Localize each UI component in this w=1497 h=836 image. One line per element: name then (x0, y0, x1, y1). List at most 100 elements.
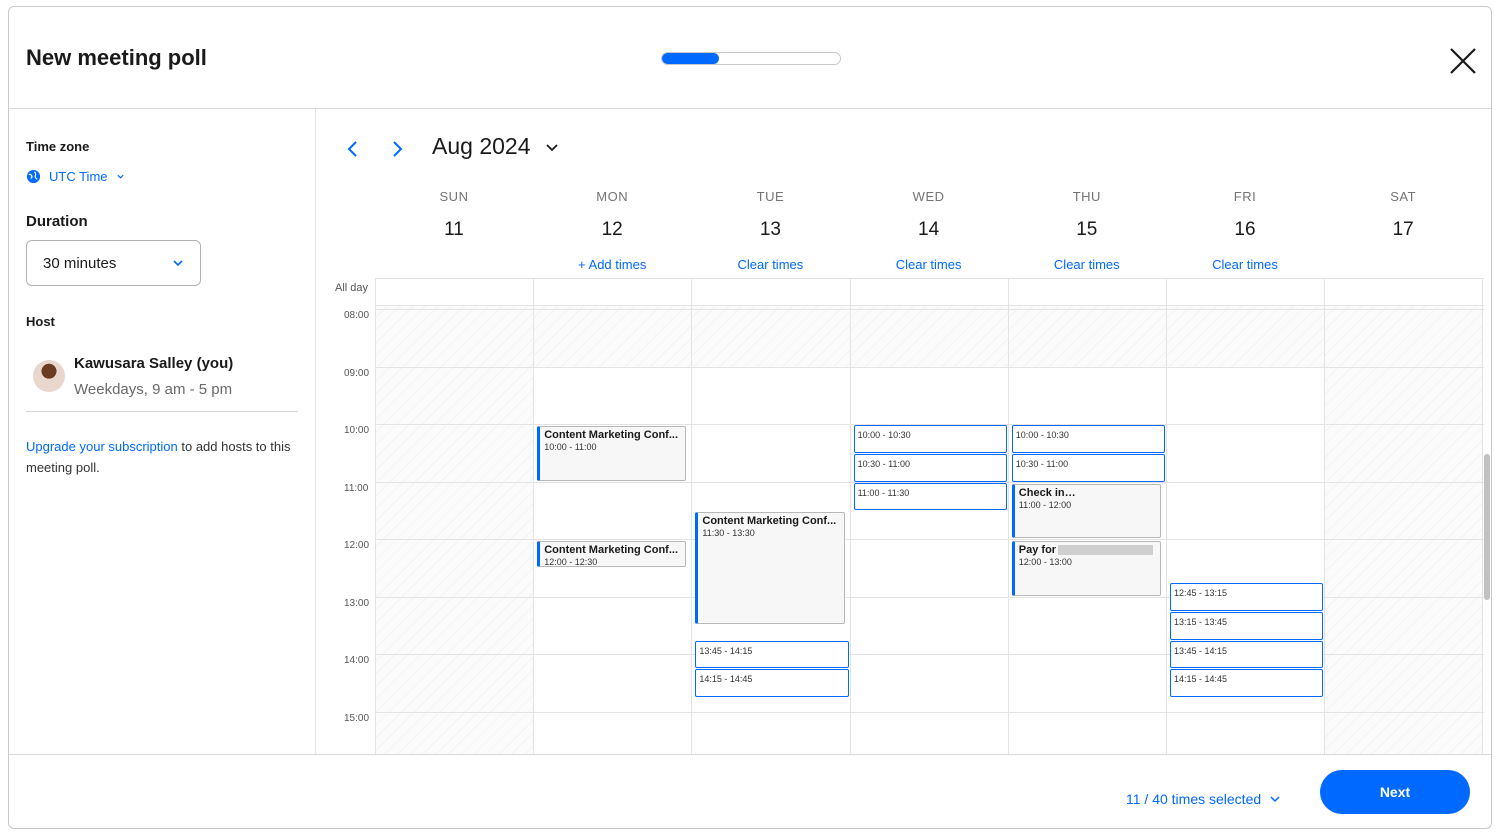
grid-line (533, 278, 535, 754)
add-times-button[interactable]: + Add times (533, 257, 691, 272)
hour-label: 09:00 (344, 367, 370, 379)
day-name: THU (1072, 189, 1101, 204)
time-slot[interactable]: 10:00 - 10:30 (1011, 425, 1165, 453)
event-time: 11:30 - 13:30 (702, 528, 755, 539)
meeting-poll-dialog: New meeting poll Time zone UTC Time Dura… (8, 6, 1492, 829)
day-header-fri: FRI 16 Clear times (1166, 189, 1324, 272)
time-slot[interactable]: 10:30 - 11:00 (1011, 453, 1165, 482)
weekend-column (1324, 305, 1483, 754)
chevron-down-icon (116, 174, 124, 179)
grid-line (375, 366, 1484, 368)
day-name: FRI (1233, 189, 1257, 204)
selected-count: 11 / 40 times selected (1126, 791, 1262, 807)
event-title-text: Content Marketing Conf... (544, 429, 679, 441)
off-hours-block (1007, 305, 1166, 367)
time-slot[interactable]: 12:45 - 13:15 (1170, 583, 1324, 611)
day-number: 11 (444, 219, 464, 240)
dialog-header: New meeting poll (9, 7, 1491, 109)
timezone-selector[interactable]: UTC Time (26, 169, 125, 184)
day-header-thu: THU 15 Clear times (1008, 189, 1166, 272)
time-slot[interactable]: 10:30 - 11:00 (853, 453, 1007, 482)
day-number: 17 (1392, 219, 1414, 240)
calendar-event[interactable]: Pay for 12:00 - 13:00 (1011, 541, 1161, 596)
scrollbar[interactable] (1484, 454, 1490, 600)
time-slot[interactable]: 13:15 - 13:45 (1170, 611, 1324, 640)
timezone-label: Time zone (26, 139, 90, 154)
avatar (33, 360, 65, 392)
grid-line (375, 305, 1484, 306)
globe-icon (26, 169, 41, 184)
duration-value: 30 minutes (43, 254, 117, 272)
calendar-event[interactable]: Content Marketing Conf... 10:00 - 11:00 (537, 426, 687, 481)
grid-line (1007, 278, 1009, 754)
hour-label: 14:00 (344, 655, 370, 666)
grid-line (1324, 278, 1326, 754)
selected-count-dropdown[interactable]: 11 / 40 times selected (1126, 791, 1281, 807)
event-title: Content Marketing Conf... (702, 515, 839, 527)
month-label: Aug 2024 (432, 133, 531, 159)
next-button[interactable]: Next (1320, 770, 1470, 814)
clear-times-button[interactable]: Clear times (850, 257, 1008, 272)
sidebar: Time zone UTC Time Duration 30 minutes H… (9, 109, 316, 754)
time-slot[interactable]: 13:45 - 14:15 (1170, 640, 1324, 669)
day-header-sun: SUN 11 (375, 189, 533, 269)
day-number: 16 (1234, 219, 1256, 240)
page-title: New meeting poll (26, 45, 207, 70)
off-hours-block (691, 305, 850, 367)
prev-week-button[interactable] (341, 137, 365, 161)
day-header-tue: TUE 13 Clear times (691, 189, 849, 272)
time-slot[interactable]: 13:45 - 14:15 (695, 640, 849, 669)
event-title: Content Marketing Conf... (544, 429, 681, 441)
close-button[interactable] (1447, 45, 1479, 77)
calendar-event[interactable]: Check in 11:00 - 12:00 (1011, 483, 1161, 538)
day-name: WED (912, 189, 945, 204)
time-slot[interactable]: 10:00 - 10:30 (853, 425, 1007, 453)
host-hours: Weekdays, 9 am - 5 pm (74, 381, 233, 398)
next-week-button[interactable] (385, 137, 409, 161)
timezone-value: UTC Time (49, 169, 108, 184)
event-time: 12:00 - 12:30 (544, 557, 598, 567)
day-name: TUE (756, 189, 785, 204)
clear-times-button[interactable]: Clear times (1008, 257, 1166, 272)
grid-line (375, 539, 1484, 540)
event-time: 10:00 - 11:00 (544, 442, 597, 452)
off-hours-block (533, 305, 692, 367)
event-title: Content Marketing Conf... (544, 544, 681, 556)
host-name: Kawusara Salley (you) (74, 355, 234, 372)
clear-times-button[interactable]: Clear times (1166, 257, 1324, 272)
time-slot[interactable]: 14:15 - 14:45 (1170, 669, 1324, 698)
day-header-wed: WED 14 Clear times (850, 189, 1008, 272)
host-label: Host (26, 314, 55, 329)
dialog-footer: 11 / 40 times selected Next (9, 754, 1491, 828)
day-number: 13 (759, 219, 781, 240)
upgrade-link[interactable]: Upgrade your subscription (26, 439, 178, 454)
hour-label: 08:00 (344, 310, 370, 321)
time-slot[interactable]: 14:15 - 14:45 (695, 669, 849, 698)
event-title-text: Content Marketing Conf... (544, 544, 679, 556)
hour-label: 12:00 (344, 540, 370, 551)
grid-line (1166, 278, 1167, 754)
calendar-event[interactable]: Content Marketing Conf... 12:00 - 12:30 (537, 541, 687, 567)
duration-dropdown[interactable]: 30 minutes (26, 240, 201, 286)
grid-line (849, 278, 851, 754)
progress-bar (661, 52, 841, 65)
chevron-down-icon (546, 143, 559, 151)
off-hours-block (849, 305, 1008, 367)
grid-line (691, 278, 693, 754)
month-selector[interactable]: Aug 2024 (432, 133, 560, 160)
close-icon (1450, 48, 1476, 74)
hour-label: 11:00 (344, 482, 369, 494)
clear-times-button[interactable]: Clear times (691, 257, 849, 272)
upgrade-note: Upgrade your subscription to add hosts t… (26, 436, 301, 478)
duration-label: Duration (26, 213, 88, 230)
day-header-sat: SAT 17 (1324, 189, 1482, 269)
progress-fill (662, 53, 719, 64)
day-name: SUN (439, 189, 469, 204)
event-title-text: Pay for (1018, 544, 1057, 556)
day-number: 12 (601, 219, 623, 240)
time-slot[interactable]: 11:00 - 11:30 (853, 482, 1007, 511)
redacted-text (1058, 545, 1154, 556)
calendar-event[interactable]: Content Marketing Conf... 11:30 - 13:30 (695, 512, 845, 625)
hour-label: 13:00 (344, 597, 370, 609)
chevron-left-icon (347, 141, 357, 157)
